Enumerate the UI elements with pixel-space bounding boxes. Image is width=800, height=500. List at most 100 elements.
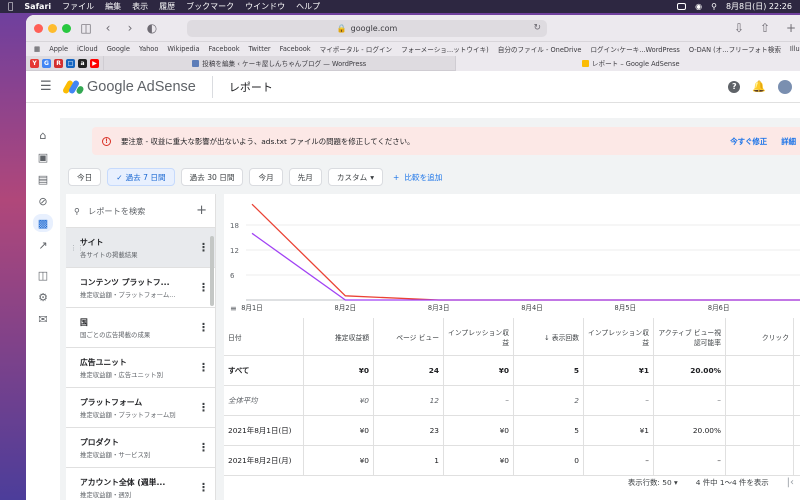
reload-icon[interactable]: ↻ bbox=[533, 23, 541, 33]
favorite-link[interactable]: Apple bbox=[49, 45, 68, 53]
share-icon[interactable]: ⇧ bbox=[758, 21, 772, 35]
tab-wordpress[interactable]: 投稿を編集 ‹ ケーキ屋しんちゃんブログ — WordPress bbox=[103, 55, 455, 71]
back-icon[interactable]: ‹ bbox=[101, 21, 115, 35]
first-page-icon[interactable]: |‹ bbox=[787, 477, 794, 488]
menu-help[interactable]: ヘルプ bbox=[296, 1, 320, 12]
pinned-tab-icon[interactable]: R bbox=[54, 58, 63, 68]
privacy-shield-icon[interactable]: ◐ bbox=[145, 21, 159, 35]
column-header[interactable]: 日付 bbox=[224, 318, 304, 355]
more-options-icon[interactable]: ⋮ bbox=[198, 441, 209, 454]
home-icon[interactable]: ⌂ bbox=[26, 124, 60, 146]
favorite-link[interactable]: Facebook bbox=[209, 45, 240, 53]
report-list-item[interactable]: ⋮⋮ サイト 各サイトの掲載結果 ⋮ bbox=[66, 228, 215, 268]
optimization-icon[interactable]: ↗ bbox=[26, 234, 60, 256]
wifi-icon[interactable]: ◉ bbox=[695, 2, 702, 11]
pinned-tab-icon[interactable]: G bbox=[42, 58, 51, 68]
column-header[interactable]: 推定収益額 bbox=[304, 318, 374, 355]
new-tab-icon[interactable]: + bbox=[784, 21, 798, 35]
favorite-link[interactable]: Twitter bbox=[249, 45, 271, 53]
menu-icon[interactable]: ☰ bbox=[40, 79, 60, 94]
more-options-icon[interactable]: ⋮ bbox=[198, 281, 209, 294]
column-header[interactable]: クリック bbox=[726, 318, 794, 355]
clock[interactable]: 8月8日(日) 22:26 bbox=[726, 1, 792, 12]
chip-this-month[interactable]: 今月 bbox=[249, 168, 283, 186]
ads-icon[interactable]: ▣ bbox=[26, 146, 60, 168]
column-header[interactable]: インプレッション収益 bbox=[584, 318, 654, 355]
chip-last-30-days[interactable]: 過去 30 日間 bbox=[180, 168, 244, 186]
report-list-item[interactable]: プラットフォーム 推定収益額・プラットフォーム別 ⋮ bbox=[66, 388, 215, 428]
more-options-icon[interactable]: ⋮ bbox=[198, 481, 209, 494]
more-options-icon[interactable]: ⋮ bbox=[198, 401, 209, 414]
app-menu-safari[interactable]: Safari bbox=[24, 2, 51, 11]
details-link[interactable]: 詳細 bbox=[781, 136, 796, 147]
favorite-link[interactable]: 自分のファイル - OneDrive bbox=[498, 44, 582, 54]
menu-edit[interactable]: 編集 bbox=[105, 1, 121, 12]
favorite-link[interactable]: Yahoo bbox=[139, 45, 158, 53]
payments-icon[interactable]: ◫ bbox=[26, 264, 60, 286]
address-bar[interactable]: 🔒 google.com ↻ bbox=[187, 19, 547, 37]
more-options-icon[interactable]: ⋮ bbox=[198, 321, 209, 334]
chip-last-month[interactable]: 先月 bbox=[288, 168, 322, 186]
favorite-link[interactable]: ログイン‹ケーキ...WordPress bbox=[590, 44, 679, 54]
apple-icon[interactable]:  bbox=[8, 2, 13, 12]
menu-window[interactable]: ウインドウ bbox=[245, 1, 285, 12]
sites-icon[interactable]: ▤ bbox=[26, 168, 60, 190]
avatar[interactable] bbox=[778, 79, 792, 94]
favorite-link[interactable]: Google bbox=[107, 45, 130, 53]
favorite-link[interactable]: Facebook bbox=[280, 45, 311, 53]
report-list-item[interactable]: プロダクト 推定収益額・サービス別 ⋮ bbox=[66, 428, 215, 468]
brand-name[interactable]: Google AdSense bbox=[87, 79, 196, 95]
close-window-button[interactable] bbox=[34, 23, 43, 33]
menu-view[interactable]: 表示 bbox=[132, 1, 148, 12]
favorite-link[interactable]: Wikipedia bbox=[167, 45, 199, 53]
menu-bookmarks[interactable]: ブックマーク bbox=[186, 1, 234, 12]
pinned-tab-icon[interactable]: ▶ bbox=[90, 58, 99, 68]
fix-now-link[interactable]: 今すぐ修正 bbox=[730, 136, 767, 147]
rows-per-page[interactable]: 表示行数: 50 ▾ bbox=[628, 477, 678, 488]
column-header[interactable]: ↓ 表示回数 bbox=[514, 318, 584, 355]
more-options-icon[interactable]: ⋮ bbox=[198, 361, 209, 374]
minimize-window-button[interactable] bbox=[48, 23, 57, 33]
notifications-bell-icon[interactable]: 🔔 bbox=[752, 80, 766, 93]
add-comparison-button[interactable]: + 比較を追加 bbox=[393, 172, 442, 183]
download-icon[interactable]: ⇩ bbox=[732, 21, 746, 35]
reports-icon[interactable]: ▩ bbox=[26, 212, 60, 234]
report-list-item[interactable]: アカウント全体 (週単... 推定収益額・週別 ⋮ bbox=[66, 468, 215, 500]
feedback-icon[interactable]: ✉ bbox=[26, 308, 60, 330]
favorite-link[interactable]: フォーメーショ...ットウイキ) bbox=[401, 44, 489, 54]
zoom-window-button[interactable] bbox=[62, 23, 71, 33]
favorite-link[interactable]: O-DAN (オ...フリーフォト検索 bbox=[689, 44, 781, 54]
forward-icon[interactable]: › bbox=[123, 21, 137, 35]
menu-file[interactable]: ファイル bbox=[62, 1, 94, 12]
pinned-tab-icon[interactable]: Y bbox=[30, 58, 39, 68]
chip-last-7-days[interactable]: ✓ 過去 7 日間 bbox=[107, 168, 175, 186]
menu-history[interactable]: 履歴 bbox=[159, 1, 175, 12]
battery-icon[interactable] bbox=[677, 3, 687, 10]
help-icon[interactable]: ? bbox=[728, 80, 741, 93]
adsense-logo-icon[interactable] bbox=[61, 78, 85, 95]
report-search[interactable]: ⚲ レポートを検索 + bbox=[66, 194, 215, 228]
pinned-tab-icon[interactable]: □ bbox=[66, 58, 75, 68]
tab-adsense[interactable]: レポート – Google AdSense bbox=[454, 55, 800, 71]
pinned-tab-icon[interactable]: a bbox=[78, 58, 87, 68]
settings-icon[interactable]: ⚙ bbox=[26, 286, 60, 308]
favorite-link[interactable]: iCloud bbox=[77, 45, 98, 53]
column-header[interactable]: ページ ビュー bbox=[374, 318, 444, 355]
chip-today[interactable]: 今日 bbox=[68, 168, 102, 186]
drag-handle-icon[interactable]: ⋮⋮ bbox=[70, 244, 84, 252]
search-placeholder[interactable]: レポートを検索 bbox=[88, 205, 145, 217]
block-controls-icon[interactable]: ⊘ bbox=[26, 190, 60, 212]
chip-custom[interactable]: カスタム ▾ bbox=[327, 168, 384, 186]
column-header[interactable]: インプレッション収益 bbox=[444, 318, 514, 355]
search-spotlight-icon[interactable]: ⚲ bbox=[711, 2, 717, 11]
favorite-link[interactable]: Illustrations | unDraw bbox=[790, 45, 800, 53]
report-list-item[interactable]: 広告ユニット 推定収益額・広告ユニット別 ⋮ bbox=[66, 348, 215, 388]
favorite-link[interactable]: マイポータル - ログイン bbox=[320, 44, 393, 54]
add-report-icon[interactable]: + bbox=[196, 203, 207, 218]
sidebar-toggle-icon[interactable]: ◫ bbox=[79, 21, 93, 35]
more-options-icon[interactable]: ⋮ bbox=[198, 241, 209, 254]
report-list-item[interactable]: コンテンツ プラットフ... 推定収益額・プラットフォーム... ⋮ bbox=[66, 268, 215, 308]
panel-scrollbar[interactable] bbox=[210, 236, 214, 306]
report-list-item[interactable]: 国国ごとの広告掲載の成果 ⋮ bbox=[66, 308, 215, 348]
column-header[interactable]: アクティブ ビュー視認可能率 bbox=[654, 318, 726, 355]
